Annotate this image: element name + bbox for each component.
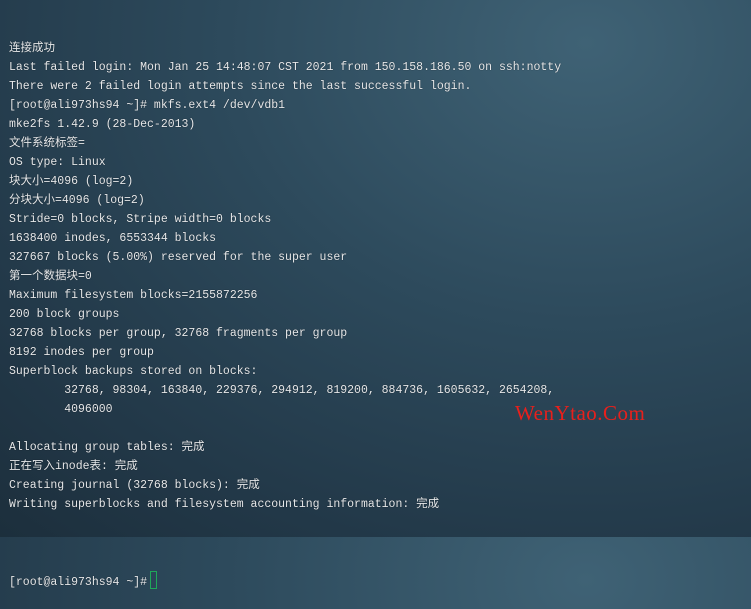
terminal-line: 分块大小=4096 (log=2): [9, 194, 145, 207]
terminal-line: 200 block groups: [9, 308, 120, 321]
terminal-line: 1638400 inodes, 6553344 blocks: [9, 232, 217, 245]
terminal-line: 327667 blocks (5.00%) reserved for the s…: [9, 251, 348, 264]
terminal-line: Superblock backups stored on blocks:: [9, 365, 258, 378]
terminal-line: 32768, 98304, 163840, 229376, 294912, 81…: [9, 384, 555, 397]
watermark: WenYtao.Com: [515, 401, 646, 425]
terminal-line: There were 2 failed login attempts since…: [9, 80, 472, 93]
terminal-line: 文件系统标签=: [9, 137, 85, 150]
prompt-line[interactable]: [root@ali973hs94 ~]#: [9, 571, 751, 590]
terminal-line: Maximum filesystem blocks=2155872256: [9, 289, 258, 302]
terminal-line: 块大小=4096 (log=2): [9, 175, 134, 188]
terminal-output[interactable]: 连接成功 Last failed login: Mon Jan 25 14:48:…: [9, 1, 751, 609]
terminal-line: 连接成功: [9, 42, 55, 55]
terminal-line: 第一个数据块=0: [9, 270, 92, 283]
terminal-line: Writing superblocks and filesystem accou…: [9, 498, 440, 511]
terminal-line: Creating journal (32768 blocks): 完成: [9, 479, 260, 492]
terminal-line: 32768 blocks per group, 32768 fragments …: [9, 327, 348, 340]
shell-prompt: [root@ali973hs94 ~]#: [9, 576, 148, 589]
terminal-line: OS type: Linux: [9, 156, 106, 169]
terminal-line: Allocating group tables: 完成: [9, 441, 205, 454]
terminal-line: mke2fs 1.42.9 (28-Dec-2013): [9, 118, 196, 131]
text-cursor: [150, 571, 158, 589]
terminal-line: [root@ali973hs94 ~]# mkfs.ext4 /dev/vdb1: [9, 99, 286, 112]
terminal-line: Last failed login: Mon Jan 25 14:48:07 C…: [9, 61, 562, 74]
terminal-line: 8192 inodes per group: [9, 346, 154, 359]
terminal-line: Stride=0 blocks, Stripe width=0 blocks: [9, 213, 272, 226]
terminal-line: 正在写入inode表: 完成: [9, 460, 138, 473]
